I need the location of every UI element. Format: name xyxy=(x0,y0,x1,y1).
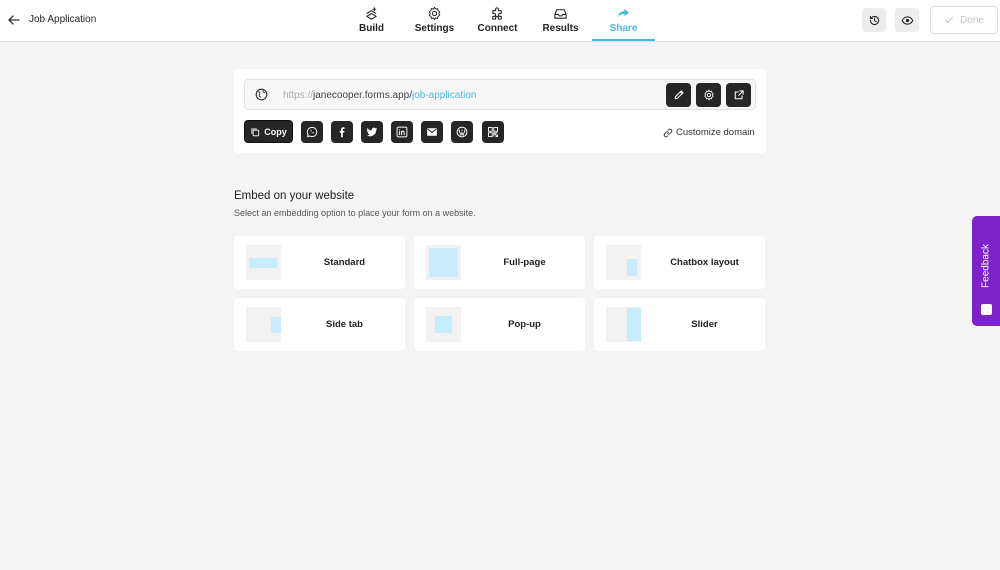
embed-option-slider[interactable]: Slider xyxy=(594,298,765,351)
embed-option-side-tab[interactable]: Side tab xyxy=(234,298,405,351)
embed-option-chatbox-layout[interactable]: Chatbox layout xyxy=(594,236,765,289)
gear-icon xyxy=(703,89,714,101)
tab-settings[interactable]: Settings xyxy=(403,0,466,41)
share-facebook-button[interactable] xyxy=(331,121,353,143)
embed-option-label: Slider xyxy=(691,319,718,330)
check-icon xyxy=(945,16,954,24)
pop-up-thumbnail-icon xyxy=(426,307,461,342)
customize-domain-link[interactable]: Customize domain xyxy=(663,127,755,138)
linkedin-icon xyxy=(396,126,408,138)
history-button[interactable] xyxy=(862,8,886,32)
customize-domain-label: Customize domain xyxy=(676,127,755,138)
done-button[interactable]: Done xyxy=(930,6,998,34)
tab-settings-label: Settings xyxy=(414,23,455,34)
feedback-label: Feedback xyxy=(980,244,992,288)
embed-option-standard[interactable]: Standard xyxy=(234,236,405,289)
form-url-field[interactable]: https://janecooper.forms.app/job-applica… xyxy=(244,79,756,110)
embed-option-label: Chatbox layout xyxy=(670,257,739,268)
done-label: Done xyxy=(960,14,984,26)
slider-thumbnail-icon xyxy=(606,307,641,342)
open-link-button[interactable] xyxy=(726,83,751,107)
history-icon xyxy=(869,15,879,25)
share-linkedin-button[interactable] xyxy=(391,121,413,143)
whatsapp-icon xyxy=(306,126,318,138)
inbox-icon xyxy=(554,9,567,19)
edit-url-button[interactable] xyxy=(666,83,691,107)
pencil-icon xyxy=(674,90,684,100)
embed-option-pop-up[interactable]: Pop-up xyxy=(414,298,585,351)
share-arrow-icon xyxy=(617,8,630,18)
twitter-icon xyxy=(366,127,378,137)
share-link-card: https://janecooper.forms.app/job-applica… xyxy=(234,69,766,153)
embed-option-label: Standard xyxy=(323,257,366,268)
form-url-text: https://janecooper.forms.app/job-applica… xyxy=(283,90,476,101)
tab-share[interactable]: Share xyxy=(592,0,655,41)
tab-share-label: Share xyxy=(609,23,638,34)
share-whatsapp-button[interactable] xyxy=(301,121,323,143)
feedback-tab[interactable]: Feedback xyxy=(972,216,1000,326)
embed-option-label: Pop-up xyxy=(508,319,541,330)
full-page-thumbnail-icon xyxy=(426,245,461,280)
puzzle-icon xyxy=(492,7,502,20)
url-host: janecooper.forms.app/ xyxy=(313,90,412,101)
tab-results[interactable]: Results xyxy=(529,0,592,41)
embed-section-title: Embed on your website xyxy=(234,190,355,202)
qr-code-icon xyxy=(488,127,498,137)
eye-icon xyxy=(901,15,913,25)
side-tab-thumbnail-icon xyxy=(246,307,281,342)
tab-build[interactable]: Build xyxy=(340,0,403,41)
copy-label: Copy xyxy=(264,126,287,137)
embed-option-label: Full-page xyxy=(503,257,546,268)
share-wordpress-button[interactable] xyxy=(451,121,473,143)
url-slug[interactable]: job-application xyxy=(412,90,477,101)
link-settings-button[interactable] xyxy=(696,83,721,107)
feedback-icon xyxy=(981,304,992,315)
standard-thumbnail-icon xyxy=(246,245,281,280)
share-twitter-button[interactable] xyxy=(361,121,383,143)
build-icon xyxy=(366,7,377,20)
wordpress-icon xyxy=(456,126,468,138)
share-qr-code-button[interactable] xyxy=(482,121,504,143)
embed-section-subtitle: Select an embedding option to place your… xyxy=(234,208,476,218)
embed-option-label: Side tab xyxy=(326,319,363,330)
facebook-icon xyxy=(339,127,345,138)
copy-link-button[interactable]: Copy xyxy=(244,120,293,143)
tab-connect-label: Connect xyxy=(477,23,518,34)
main-tabs: Build Settings Connect Results Share xyxy=(340,0,655,42)
external-link-icon xyxy=(734,90,744,100)
copy-icon xyxy=(251,127,260,136)
top-header: Job Application Build Settings Connect R… xyxy=(0,0,1000,42)
back-arrow-icon[interactable] xyxy=(6,12,22,28)
url-protocol: https:// xyxy=(283,90,314,101)
embed-option-full-page[interactable]: Full-page xyxy=(414,236,585,289)
globe-icon xyxy=(255,88,268,101)
tab-build-label: Build xyxy=(359,23,384,34)
gear-icon xyxy=(428,6,441,21)
tab-results-label: Results xyxy=(542,23,579,34)
share-email-button[interactable] xyxy=(421,121,443,143)
link-icon xyxy=(663,128,673,137)
preview-button[interactable] xyxy=(895,8,919,32)
form-title: Job Application xyxy=(29,14,97,25)
email-icon xyxy=(427,128,437,136)
tab-connect[interactable]: Connect xyxy=(466,0,529,41)
chatbox-thumbnail-icon xyxy=(606,245,641,280)
